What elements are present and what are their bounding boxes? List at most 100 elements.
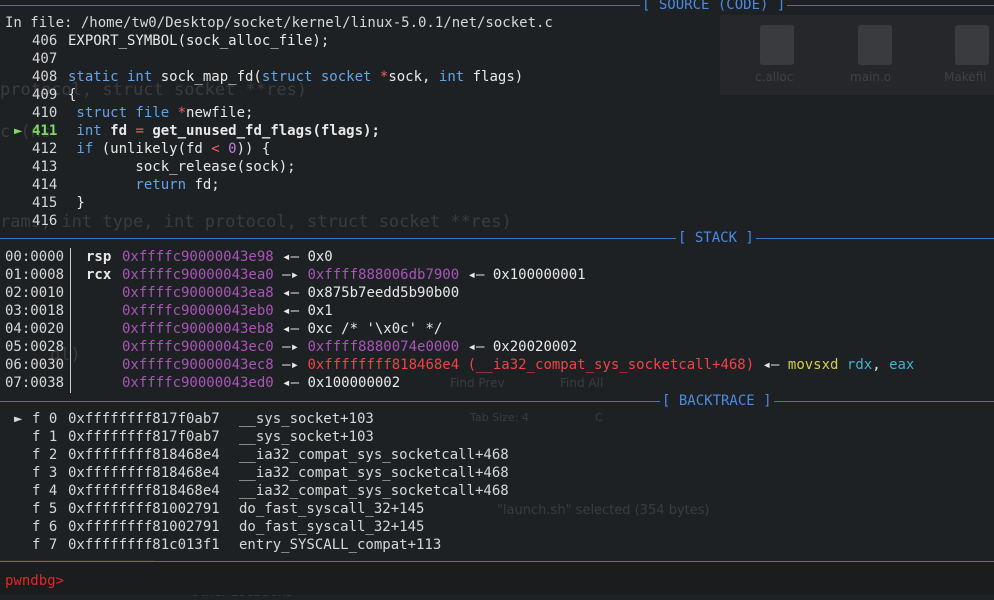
stack-offset: 06:0030: [5, 357, 65, 373]
source-code-text: sock_release(sock);: [68, 158, 296, 176]
stack-register: rcx: [86, 267, 112, 283]
line-number: 412: [32, 141, 58, 157]
source-code-text: static int sock_map_fd(struct socket *so…: [68, 68, 523, 86]
source-separator: [0, 5, 994, 6]
frame-address: 0xffffffff818468e4: [68, 483, 220, 499]
ghost-find-all: Find All: [560, 376, 604, 390]
source-token: {: [68, 87, 77, 103]
source-code-text: struct file *newfile;: [68, 104, 253, 122]
stack-token: 0x875b7eedd5b90b00: [307, 285, 460, 301]
terminal-input-area[interactable]: [0, 562, 994, 595]
stack-token: 0xffffc90000043ea0: [122, 267, 274, 283]
line-number: 406: [32, 33, 58, 49]
ghost-file-2: main.o: [850, 70, 892, 84]
stack-title: [ STACK ]: [676, 229, 756, 247]
source-code-text: int fd = get_unused_fd_flags(flags);: [68, 122, 380, 140]
line-number: 413: [32, 159, 58, 175]
stack-value: 0xffffc90000043e98 ◂— 0x0: [122, 248, 333, 266]
stack-value: 0xffffc90000043ec0 —▸ 0xffff8880074e0000…: [122, 338, 577, 356]
source-token: flags): [472, 69, 524, 85]
stack-token: 0xc /* '\x0c' */: [307, 321, 443, 337]
frame-address: 0xffffffff818468e4: [68, 465, 220, 481]
line-number: 409: [32, 87, 58, 103]
stack-offset: 04:0020: [5, 321, 65, 337]
file-icon-makefile: [955, 25, 989, 65]
frame-symbol: __ia32_compat_sys_socketcall+468: [239, 483, 509, 499]
stack-token: ◂—: [754, 357, 788, 373]
stack-token: movsxd: [787, 357, 847, 373]
stack-token: 0x0: [307, 249, 333, 265]
source-token: 0: [228, 141, 237, 157]
stack-divider: [70, 248, 71, 393]
source-token: sock_map_fd(: [160, 69, 262, 85]
ghost-selected-status: "launch.sh" selected (354 bytes): [497, 503, 710, 518]
stack-token: ◂—: [273, 285, 308, 301]
stack-token: ◂—: [273, 303, 308, 319]
source-code-text: EXPORT_SYMBOL(sock_alloc_file);: [68, 32, 329, 50]
stack-offset: 02:0010: [5, 285, 65, 301]
stack-register: rsp: [86, 249, 112, 265]
stack-token: 0xffffc90000043eb0: [122, 303, 274, 319]
source-token: if: [68, 141, 102, 157]
frame-label: f 6: [32, 519, 58, 535]
frame-address: 0xffffffff81002791: [68, 519, 220, 535]
source-token: }: [68, 195, 85, 211]
stack-offset: 07:0038: [5, 375, 65, 391]
source-token: fd: [110, 123, 136, 139]
source-token: int: [68, 123, 111, 139]
source-token: struct file: [68, 105, 178, 121]
stack-token: 0x100000002: [307, 375, 401, 391]
line-number: 410: [32, 105, 58, 121]
source-token: <: [211, 141, 229, 157]
ghost-file-1: c.alloc: [755, 70, 794, 84]
stack-token: 0xffffffff818468e4 (__ia32_compat_sys_so…: [307, 357, 755, 373]
frame-label: f 1: [32, 429, 58, 445]
source-code-text: if (unlikely(fd < 0)) {: [68, 140, 270, 158]
stack-value: 0xffffc90000043ec8 —▸ 0xffffffff818468e4…: [122, 356, 914, 374]
stack-token: 0x1: [307, 303, 333, 319]
frame-label: f 3: [32, 465, 58, 481]
stack-separator: [0, 238, 994, 239]
source-token: sock_release(sock);: [68, 159, 296, 175]
stack-offset: 01:0008: [5, 267, 65, 283]
line-number: 411: [32, 123, 58, 139]
source-token: EXPORT_SYMBOL(sock_alloc_file);: [68, 33, 330, 49]
stack-token: ◂—: [273, 321, 308, 337]
stack-token: 0xffffc90000043eb8: [122, 321, 274, 337]
current-frame-arrow-icon: ►: [14, 411, 23, 427]
source-token: )) {: [236, 141, 271, 157]
source-token: newfile;: [186, 105, 254, 121]
source-token: fd;: [194, 177, 220, 193]
file-icon-o: [858, 25, 892, 65]
source-title: [ SOURCE (CODE) ]: [640, 0, 788, 14]
stack-token: ,: [872, 357, 890, 373]
frame-address: 0xffffffff817f0ab7: [68, 411, 220, 427]
stack-token: 0x100000001: [492, 267, 586, 283]
backtrace-title: [ BACKTRACE ]: [660, 392, 774, 410]
frame-symbol: do_fast_syscall_32+145: [239, 519, 425, 535]
pwndbg-prompt[interactable]: pwndbg>: [5, 572, 64, 590]
frame-symbol: __sys_socket+103: [239, 429, 374, 445]
frame-symbol: __sys_socket+103: [239, 411, 374, 427]
stack-token: 0xffff888006db7900: [307, 267, 460, 283]
source-token: (unlikely(fd: [101, 141, 212, 157]
stack-token: ◂—: [459, 339, 493, 355]
line-number: 416: [32, 213, 58, 229]
stack-token: ◂—: [459, 267, 493, 283]
source-token: *: [177, 105, 187, 121]
stack-token: 0xffffc90000043ec0: [122, 339, 274, 355]
stack-token: 0xffffc90000043e98: [122, 249, 274, 265]
frame-symbol: __ia32_compat_sys_socketcall+468: [239, 447, 509, 463]
stack-value: 0xffffc90000043eb8 ◂— 0xc /* '\x0c' */: [122, 320, 442, 338]
file-icon-c: [760, 25, 794, 65]
frame-address: 0xffffffff81c013f1: [68, 537, 220, 553]
stack-token: ◂—: [273, 249, 308, 265]
ghost-find-prev: Find Prev: [450, 376, 505, 390]
stack-token: rdx: [846, 357, 873, 373]
stack-token: eax: [889, 357, 915, 373]
source-token: return: [68, 177, 195, 193]
frame-label: f 5: [32, 501, 58, 517]
stack-offset: 03:0018: [5, 303, 65, 319]
source-token: get_unused_fd_flags(flags);: [152, 123, 380, 139]
source-token: struct socket: [261, 69, 380, 85]
